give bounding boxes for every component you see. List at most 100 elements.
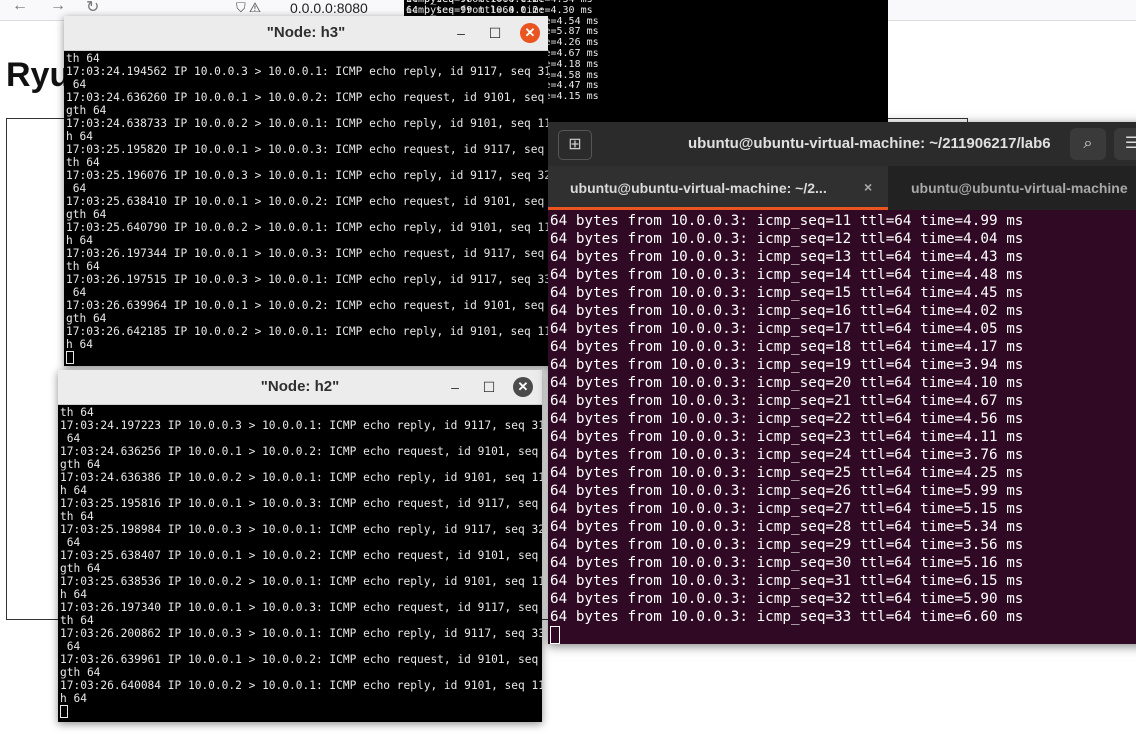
terminal-line: h 64 <box>66 338 93 351</box>
tab-label: ubuntu@ubuntu-virtual-machine: ~/2... <box>570 180 827 196</box>
terminal-line: gth 64 <box>66 312 107 325</box>
terminal-line: h 64 <box>60 588 87 601</box>
terminal-line: 64 <box>60 640 81 653</box>
reload-icon[interactable]: ↻ <box>86 0 99 17</box>
terminal-line: 17:03:24.194562 IP 10.0.0.3 > 10.0.0.1: … <box>66 65 548 78</box>
terminal-line: 64 bytes from 10.0.0.3: icmp_seq=11 ttl=… <box>550 213 1024 229</box>
terminal-line: 64 bytes from 10.0.0.3: icmp_seq=17 ttl=… <box>550 321 1024 337</box>
node-h3-terminal-output[interactable]: th 64 17:03:24.194562 IP 10.0.0.3 > 10.0.… <box>66 52 548 366</box>
terminal-line: th 64 <box>66 156 100 169</box>
terminal-line: 17:03:25.196076 IP 10.0.0.3 > 10.0.0.1: … <box>66 169 548 182</box>
terminal-line: h 64 <box>60 484 87 497</box>
terminal-line: 17:03:25.640790 IP 10.0.0.2 > 10.0.0.1: … <box>66 221 548 234</box>
terminal-line: 64 bytes from 10.0.0.3: icmp_seq=27 ttl=… <box>550 501 1024 517</box>
back-arrow-icon[interactable]: ← <box>12 0 28 15</box>
gnome-terminal-headerbar[interactable]: ⊞ ubuntu@ubuntu-virtual-machine: ~/21190… <box>548 122 1136 166</box>
terminal-line: 64 bytes from 10.0.0.3: icmp_seq=31 ttl=… <box>550 573 1024 589</box>
cursor <box>66 351 548 364</box>
terminal-line: 64 bytes from 10.0.0.3: icmp_seq=28 ttl=… <box>550 519 1024 535</box>
terminal-line: 17:03:26.639961 IP 10.0.0.1 > 10.0.0.2: … <box>60 653 539 666</box>
gnome-terminal-output[interactable]: 64 bytes from 10.0.0.3: icmp_seq=11 ttl=… <box>550 210 1136 644</box>
search-icon[interactable]: ⌕ <box>1070 128 1106 160</box>
terminal-line: 64 bytes from 10.0.0.3: icmp_seq=29 ttl=… <box>550 537 1024 553</box>
shield-icon: ⛉ ⚠ <box>236 0 261 15</box>
window-title: "Node: h2" <box>260 378 340 395</box>
terminal-line: 64 bytes from 10.0.0.3: icmp_seq=21 ttl=… <box>550 393 1024 409</box>
terminal-line: th 64 <box>60 510 94 523</box>
cursor-block <box>60 705 68 718</box>
terminal-line: 64 bytes from 10.0.0.3: icmp_seq=13 ttl=… <box>550 249 1024 265</box>
new-tab-icon[interactable]: ⊞ <box>558 130 592 160</box>
terminal-line: 17:03:24.197223 IP 10.0.0.3 > 10.0.0.1: … <box>60 419 542 432</box>
tab-terminal-2[interactable]: ubuntu@ubuntu-virtual-machine <box>888 166 1136 210</box>
terminal-line: 64 bytes from 10.0.0.3: icmp_seq=20 ttl=… <box>550 375 1024 391</box>
terminal-line: 17:03:26.642185 IP 10.0.0.2 > 10.0.0.1: … <box>66 325 548 338</box>
terminal-line: 17:03:26.197340 IP 10.0.0.1 > 10.0.0.3: … <box>60 601 539 614</box>
minimize-icon[interactable]: – <box>452 24 470 42</box>
terminal-line: 17:03:26.200862 IP 10.0.0.3 > 10.0.0.1: … <box>60 627 542 640</box>
terminal-line: 64 bytes from 10.0.0.3: icmp_seq=16 ttl=… <box>550 303 1024 319</box>
node-h2-window[interactable]: "Node: h2" – ☐ ✕ th 64 17:03:24.197223 IP… <box>58 370 542 722</box>
cursor <box>60 705 542 718</box>
terminal-line: th 64 <box>60 614 94 627</box>
terminal-line: 17:03:26.639964 IP 10.0.0.1 > 10.0.0.2: … <box>66 299 545 312</box>
terminal-line: 64 <box>60 432 81 445</box>
terminal-text: 64 bytes from 10.0.0.3: icmp_seq=11 ttl=… <box>550 210 1136 644</box>
terminal-line: 64 bytes from 10.0.0.3: icmp_seq=32 ttl=… <box>550 591 1024 607</box>
terminal-line: th 64 <box>66 260 100 273</box>
terminal-line: 64 bytes from 10.0.0.3: icmp_seq=14 ttl=… <box>550 267 1024 283</box>
minimize-icon[interactable]: – <box>446 378 464 396</box>
terminal-line: 64 <box>66 182 87 195</box>
tab-label: ubuntu@ubuntu-virtual-machine <box>911 180 1128 196</box>
terminal-line: gth 64 <box>66 104 107 117</box>
terminal-line: th 64 <box>66 52 100 65</box>
maximize-icon[interactable]: ☐ <box>486 24 504 42</box>
node-h2-titlebar[interactable]: "Node: h2" – ☐ ✕ <box>58 370 542 405</box>
terminal-line: 64 bytes from 10.0.0.3: icmp_seq=23 ttl=… <box>550 429 1024 445</box>
maximize-icon[interactable]: ☐ <box>480 378 498 396</box>
tab-terminal-1[interactable]: ubuntu@ubuntu-virtual-machine: ~/2... × <box>548 166 888 210</box>
terminal-line: 17:03:24.638733 IP 10.0.0.2 > 10.0.0.1: … <box>66 117 548 130</box>
node-h2-terminal-output[interactable]: th 64 17:03:24.197223 IP 10.0.0.3 > 10.0.… <box>60 406 542 722</box>
terminal-line: 64 bytes from 10.0.0.3: icmp_seq=19 ttl=… <box>550 357 1024 373</box>
terminal-line: 17:03:24.636260 IP 10.0.0.1 > 10.0.0.2: … <box>66 91 545 104</box>
hamburger-menu-icon[interactable]: ☰ <box>1114 128 1136 160</box>
terminal-line: h 64 <box>66 234 93 247</box>
terminal-line: 17:03:25.638407 IP 10.0.0.1 > 10.0.0.2: … <box>60 549 539 562</box>
terminal-line: th 64 <box>60 406 94 419</box>
terminal-line: 64 <box>60 536 81 549</box>
node-h3-window[interactable]: "Node: h3" – ☐ ✕ th 64 17:03:24.194562 IP… <box>64 16 548 366</box>
terminal-text: th 64 17:03:24.197223 IP 10.0.0.3 > 10.0.… <box>60 406 542 718</box>
close-icon[interactable]: ✕ <box>513 377 533 397</box>
terminal-line: gth 64 <box>60 666 101 679</box>
gnome-terminal-window[interactable]: ⊞ ubuntu@ubuntu-virtual-machine: ~/21190… <box>548 122 1136 644</box>
terminal-line: 64 bytes from 10.0.0.3: icmp_seq=22 ttl=… <box>550 411 1024 427</box>
terminal-line: 17:03:26.197344 IP 10.0.0.1 > 10.0.0.3: … <box>66 247 545 260</box>
terminal-line: 64 bytes from 10.0.0.3: icmp_seq=30 ttl=… <box>550 555 1024 571</box>
node-h3-titlebar[interactable]: "Node: h3" – ☐ ✕ <box>64 16 548 51</box>
terminal-line: gth 64 <box>66 208 107 221</box>
terminal-line: 17:03:25.638536 IP 10.0.0.2 > 10.0.0.1: … <box>60 575 542 588</box>
window-title: ubuntu@ubuntu-virtual-machine: ~/2119062… <box>688 135 1051 152</box>
terminal-line: 64 <box>66 78 87 91</box>
terminal-line: 64 <box>66 286 87 299</box>
cursor-block <box>66 351 74 364</box>
terminal-text: th 64 17:03:24.194562 IP 10.0.0.3 > 10.0.… <box>66 52 548 364</box>
close-tab-icon[interactable]: × <box>864 179 872 195</box>
terminal-line: h 64 <box>66 130 93 143</box>
terminal-line: 64 bytes from 10.0.0.3: icmp_seq=12 ttl=… <box>550 231 1024 247</box>
terminal-line: 64 bytes from 10.0.0.3: icmp_seq=26 ttl=… <box>550 483 1024 499</box>
terminal-line: gth 64 <box>60 562 101 575</box>
tab-bar: ubuntu@ubuntu-virtual-machine: ~/2... × … <box>548 166 1136 210</box>
terminal-line: 64 bytes from 10.0.0.3: icmp_seq=25 ttl=… <box>550 465 1024 481</box>
cursor <box>550 626 1136 644</box>
terminal-line: 64 bytes from 10.0.0.3: icmp_seq=15 ttl=… <box>550 285 1024 301</box>
forward-arrow-icon[interactable]: → <box>50 0 66 15</box>
close-icon[interactable]: ✕ <box>520 23 540 43</box>
terminal-line: 17:03:25.195820 IP 10.0.0.1 > 10.0.0.3: … <box>66 143 545 156</box>
url-bar[interactable]: 0.0.0.0:8080 <box>290 0 368 16</box>
terminal-line: 64 bytes from 10.0.0.3: icmp_seq=18 ttl=… <box>550 339 1024 355</box>
terminal-line: 17:03:25.195816 IP 10.0.0.1 > 10.0.0.3: … <box>60 497 539 510</box>
cursor-block <box>550 626 560 644</box>
window-title: "Node: h3" <box>266 24 346 41</box>
